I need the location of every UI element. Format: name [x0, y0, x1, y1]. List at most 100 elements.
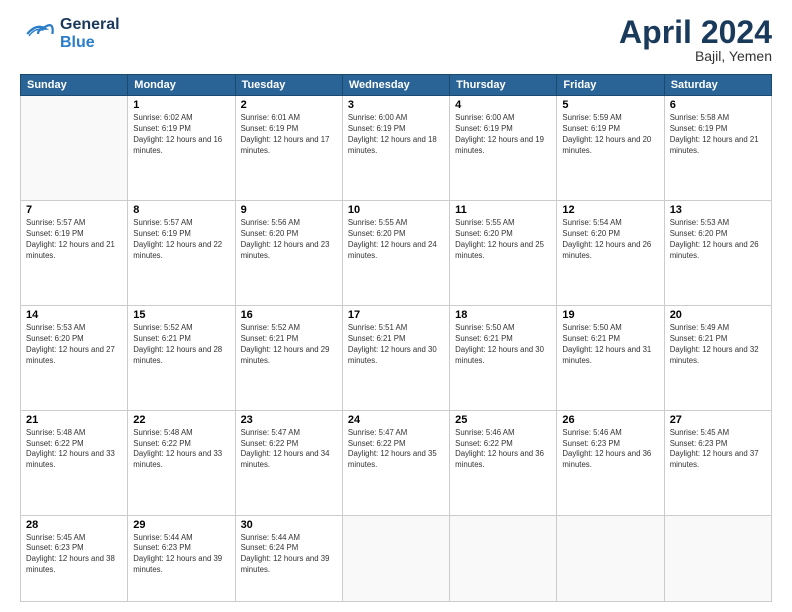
sunset-text: Sunset: 6:21 PM	[562, 334, 658, 345]
day-info: Sunrise: 5:58 AMSunset: 6:19 PMDaylight:…	[670, 113, 766, 157]
daylight-text: Daylight: 12 hours and 36 minutes.	[562, 449, 658, 471]
sunrise-text: Sunrise: 5:55 AM	[455, 218, 551, 229]
sunset-text: Sunset: 6:20 PM	[670, 229, 766, 240]
table-row: 1 Sunrise: 6:02 AMSunset: 6:19 PMDaylight…	[128, 96, 235, 201]
day-number: 15	[133, 309, 229, 321]
daylight-text: Daylight: 12 hours and 20 minutes.	[562, 135, 658, 157]
table-row: 12 Sunrise: 5:54 AMSunset: 6:20 PMDayligh…	[557, 200, 664, 305]
daylight-text: Daylight: 12 hours and 18 minutes.	[348, 135, 444, 157]
daylight-text: Daylight: 12 hours and 30 minutes.	[348, 345, 444, 367]
sunrise-text: Sunrise: 5:50 AM	[455, 323, 551, 334]
col-thursday: Thursday	[450, 75, 557, 96]
day-number: 1	[133, 99, 229, 111]
day-number: 30	[241, 519, 337, 531]
day-number: 12	[562, 204, 658, 216]
sunrise-text: Sunrise: 5:48 AM	[26, 428, 122, 439]
table-row: 11Sunrise: 5:55 AMSunset: 6:20 PMDayligh…	[450, 200, 557, 305]
day-info: Sunrise: 5:53 AMSunset: 6:20 PMDaylight:…	[26, 323, 122, 367]
table-row	[450, 515, 557, 601]
table-row: 4Sunrise: 6:00 AMSunset: 6:19 PMDaylight…	[450, 96, 557, 201]
day-number: 25	[455, 414, 551, 426]
sunrise-text: Sunrise: 5:53 AM	[670, 218, 766, 229]
sunset-text: Sunset: 6:19 PM	[348, 124, 444, 135]
col-sunday: Sunday	[21, 75, 128, 96]
sunset-text: Sunset: 6:20 PM	[562, 229, 658, 240]
sunset-text: Sunset: 6:21 PM	[455, 334, 551, 345]
daylight-text: Daylight: 12 hours and 25 minutes.	[455, 240, 551, 262]
day-info: Sunrise: 5:44 AMSunset: 6:24 PMDaylight:…	[241, 533, 337, 577]
daylight-text: Daylight: 12 hours and 23 minutes.	[241, 240, 337, 262]
sunrise-text: Sunrise: 5:50 AM	[562, 323, 658, 334]
sunset-text: Sunset: 6:21 PM	[133, 334, 229, 345]
day-number: 9	[241, 204, 337, 216]
daylight-text: Daylight: 12 hours and 36 minutes.	[455, 449, 551, 471]
sunset-text: Sunset: 6:20 PM	[348, 229, 444, 240]
daylight-text: Daylight: 12 hours and 32 minutes.	[670, 345, 766, 367]
sunrise-text: Sunrise: 5:54 AM	[562, 218, 658, 229]
sunrise-text: Sunrise: 5:53 AM	[26, 323, 122, 334]
table-row: 23Sunrise: 5:47 AMSunset: 6:22 PMDayligh…	[235, 410, 342, 515]
day-info: Sunrise: 5:49 AMSunset: 6:21 PMDaylight:…	[670, 323, 766, 367]
sunrise-text: Sunrise: 5:57 AM	[133, 218, 229, 229]
day-info: Sunrise: 5:54 AMSunset: 6:20 PMDaylight:…	[562, 218, 658, 262]
col-saturday: Saturday	[664, 75, 771, 96]
day-number: 29	[133, 519, 229, 531]
table-row: 28Sunrise: 5:45 AMSunset: 6:23 PMDayligh…	[21, 515, 128, 601]
table-row: 10Sunrise: 5:55 AMSunset: 6:20 PMDayligh…	[342, 200, 449, 305]
sunrise-text: Sunrise: 5:55 AM	[348, 218, 444, 229]
col-tuesday: Tuesday	[235, 75, 342, 96]
daylight-text: Daylight: 12 hours and 39 minutes.	[133, 554, 229, 576]
sunset-text: Sunset: 6:23 PM	[133, 543, 229, 554]
day-info: Sunrise: 5:56 AMSunset: 6:20 PMDaylight:…	[241, 218, 337, 262]
sunset-text: Sunset: 6:22 PM	[26, 439, 122, 450]
day-number: 28	[26, 519, 122, 531]
table-row: 29 Sunrise: 5:44 AMSunset: 6:23 PMDayligh…	[128, 515, 235, 601]
day-number: 24	[348, 414, 444, 426]
logo: General Blue	[20, 16, 120, 52]
daylight-text: Daylight: 12 hours and 17 minutes.	[241, 135, 337, 157]
sunrise-text: Sunrise: 5:47 AM	[241, 428, 337, 439]
day-info: Sunrise: 6:02 AMSunset: 6:19 PMDaylight:…	[133, 113, 229, 157]
table-row: 6Sunrise: 5:58 AMSunset: 6:19 PMDaylight…	[664, 96, 771, 201]
sunset-text: Sunset: 6:20 PM	[241, 229, 337, 240]
table-row: 9 Sunrise: 5:56 AMSunset: 6:20 PMDaylight…	[235, 200, 342, 305]
daylight-text: Daylight: 12 hours and 31 minutes.	[562, 345, 658, 367]
day-number: 2	[241, 99, 337, 111]
day-number: 16	[241, 309, 337, 321]
day-info: Sunrise: 5:52 AMSunset: 6:21 PMDaylight:…	[133, 323, 229, 367]
sunset-text: Sunset: 6:21 PM	[670, 334, 766, 345]
sunset-text: Sunset: 6:19 PM	[241, 124, 337, 135]
table-row: 8Sunrise: 5:57 AMSunset: 6:19 PMDaylight…	[128, 200, 235, 305]
sunset-text: Sunset: 6:22 PM	[241, 439, 337, 450]
daylight-text: Daylight: 12 hours and 35 minutes.	[348, 449, 444, 471]
day-info: Sunrise: 5:50 AMSunset: 6:21 PMDaylight:…	[455, 323, 551, 367]
day-number: 5	[562, 99, 658, 111]
sunset-text: Sunset: 6:19 PM	[455, 124, 551, 135]
sunrise-text: Sunrise: 5:58 AM	[670, 113, 766, 124]
day-number: 27	[670, 414, 766, 426]
daylight-text: Daylight: 12 hours and 33 minutes.	[133, 449, 229, 471]
day-info: Sunrise: 5:44 AMSunset: 6:23 PMDaylight:…	[133, 533, 229, 577]
sunset-text: Sunset: 6:22 PM	[133, 439, 229, 450]
sunrise-text: Sunrise: 5:44 AM	[241, 533, 337, 544]
sunrise-text: Sunrise: 5:48 AM	[133, 428, 229, 439]
day-info: Sunrise: 6:01 AMSunset: 6:19 PMDaylight:…	[241, 113, 337, 157]
sunrise-text: Sunrise: 5:46 AM	[562, 428, 658, 439]
day-number: 20	[670, 309, 766, 321]
table-row: 3Sunrise: 6:00 AMSunset: 6:19 PMDaylight…	[342, 96, 449, 201]
daylight-text: Daylight: 12 hours and 34 minutes.	[241, 449, 337, 471]
sunset-text: Sunset: 6:22 PM	[455, 439, 551, 450]
sunrise-text: Sunrise: 6:00 AM	[348, 113, 444, 124]
day-number: 13	[670, 204, 766, 216]
table-row: 13Sunrise: 5:53 AMSunset: 6:20 PMDayligh…	[664, 200, 771, 305]
daylight-text: Daylight: 12 hours and 30 minutes.	[455, 345, 551, 367]
table-row: 20 Sunrise: 5:49 AMSunset: 6:21 PMDayligh…	[664, 305, 771, 410]
daylight-text: Daylight: 12 hours and 21 minutes.	[670, 135, 766, 157]
day-number: 26	[562, 414, 658, 426]
day-info: Sunrise: 5:55 AMSunset: 6:20 PMDaylight:…	[348, 218, 444, 262]
sunrise-text: Sunrise: 5:59 AM	[562, 113, 658, 124]
day-info: Sunrise: 5:45 AMSunset: 6:23 PMDaylight:…	[670, 428, 766, 472]
sunrise-text: Sunrise: 5:45 AM	[670, 428, 766, 439]
daylight-text: Daylight: 12 hours and 37 minutes.	[670, 449, 766, 471]
day-info: Sunrise: 5:47 AMSunset: 6:22 PMDaylight:…	[348, 428, 444, 472]
